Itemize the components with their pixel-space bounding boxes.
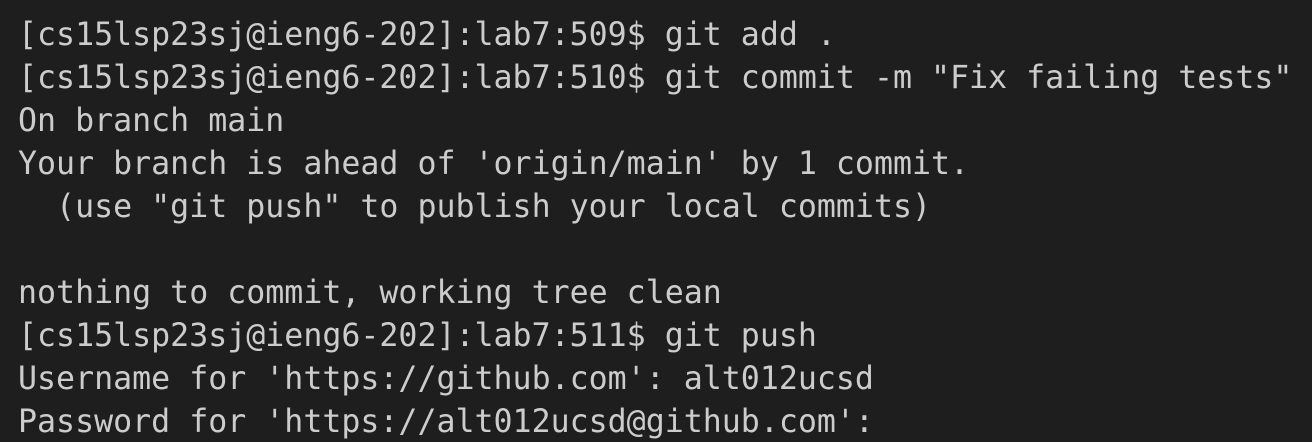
terminal-output[interactable]: [cs15lsp23sj@ieng6-202]:lab7:509$ git ad…	[0, 0, 1312, 442]
terminal-line-branch-status: On branch main	[18, 103, 285, 139]
terminal-line-command-git-add: [cs15lsp23sj@ieng6-202]:lab7:509$ git ad…	[18, 17, 836, 53]
terminal-line-username-prompt: Username for 'https://github.com': alt01…	[18, 361, 874, 397]
terminal-line-command-git-push: [cs15lsp23sj@ieng6-202]:lab7:511$ git pu…	[18, 318, 817, 354]
terminal-line-ahead-status: Your branch is ahead of 'origin/main' by…	[18, 146, 970, 182]
terminal-line-push-hint: (use "git push" to publish your local co…	[18, 189, 932, 225]
terminal-line-password-prompt[interactable]: Password for 'https://alt012ucsd@github.…	[18, 401, 1312, 442]
terminal-line-command-git-commit: [cs15lsp23sj@ieng6-202]:lab7:510$ git co…	[18, 60, 1293, 96]
terminal-line-working-tree-clean: nothing to commit, working tree clean	[18, 275, 722, 311]
